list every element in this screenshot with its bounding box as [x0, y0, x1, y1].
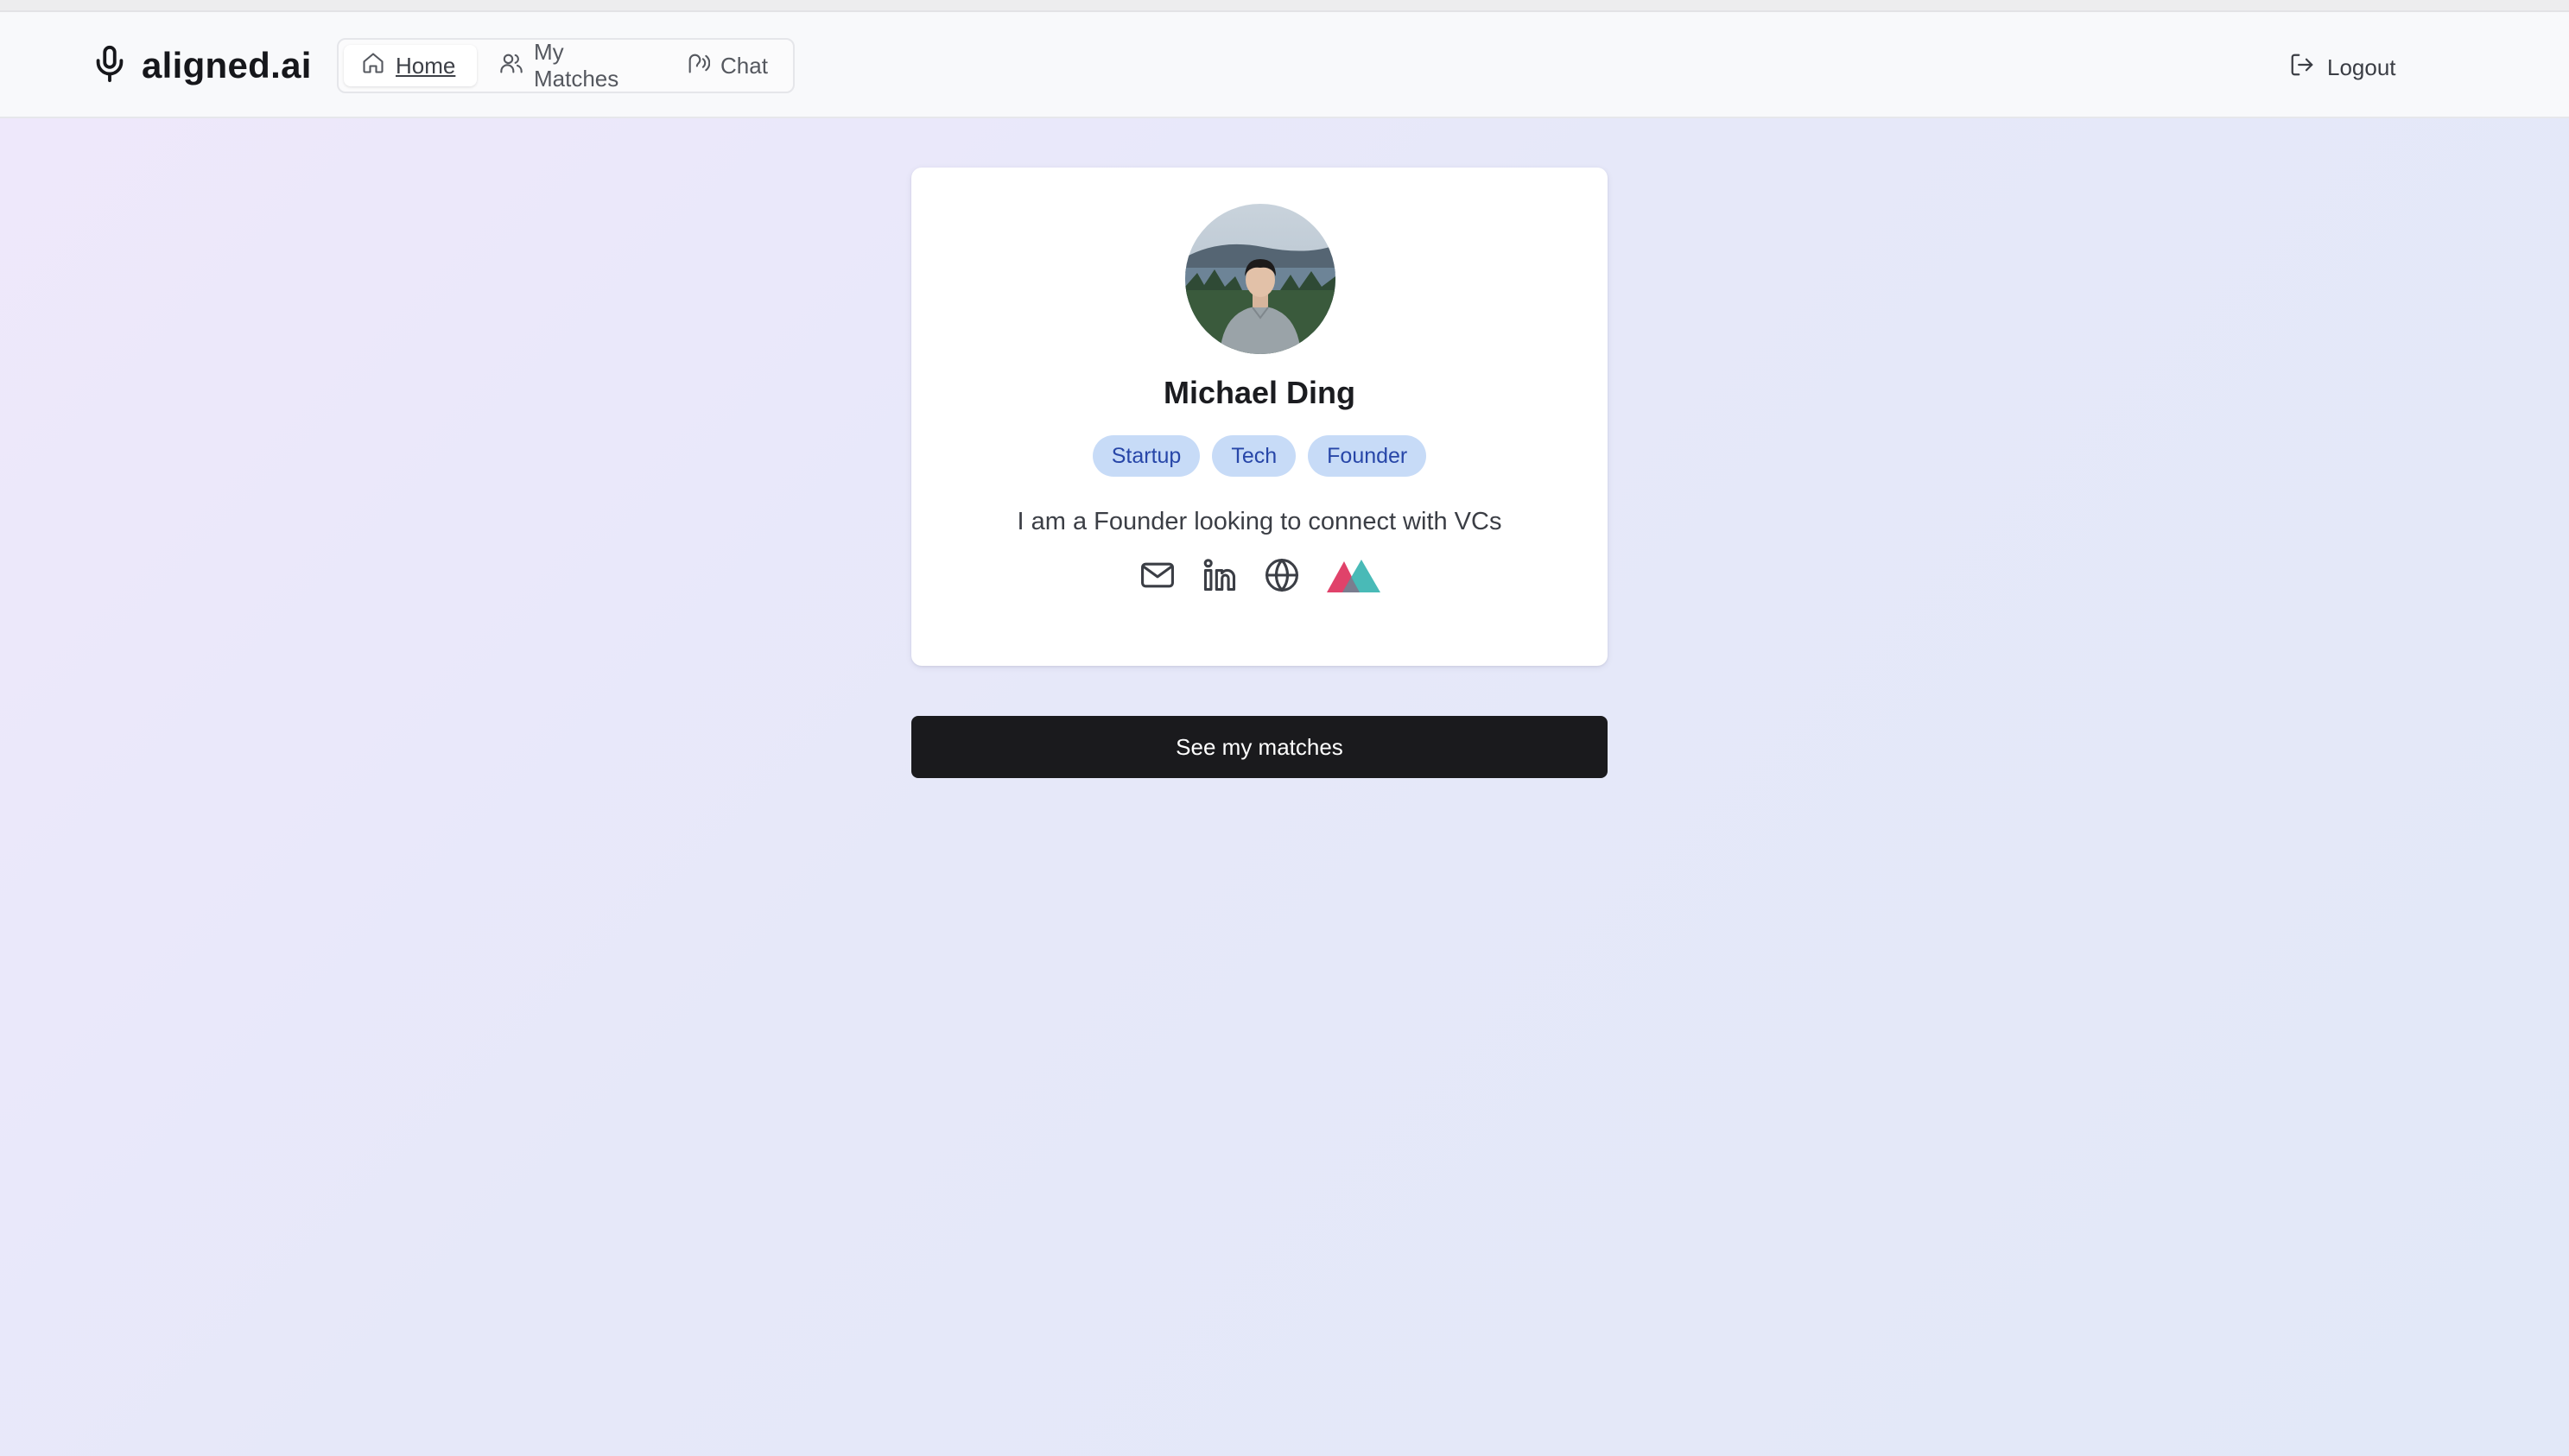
brand[interactable]: aligned.ai — [90, 40, 312, 92]
nav-home[interactable]: Home — [344, 45, 477, 86]
nav-home-label: Home — [396, 52, 456, 79]
microphone-icon — [90, 44, 130, 88]
globe-icon[interactable] — [1263, 556, 1301, 594]
brand-logo-icon[interactable] — [1325, 556, 1380, 594]
profile-name: Michael Ding — [1163, 375, 1356, 410]
top-navbar: aligned.ai Home My Matches Chat Logout — [0, 12, 2569, 118]
mail-icon[interactable] — [1139, 556, 1177, 594]
home-icon — [361, 51, 385, 81]
nav-chat-label: Chat — [720, 52, 768, 79]
main-nav: Home My Matches Chat — [337, 38, 795, 93]
tag-list: Startup Tech Founder — [911, 435, 1608, 477]
browser-top-strip — [0, 0, 2569, 12]
linkedin-icon[interactable] — [1201, 556, 1239, 594]
avatar — [1185, 204, 1335, 354]
social-links — [911, 556, 1608, 594]
brand-name: aligned.ai — [142, 45, 312, 85]
logout-button[interactable]: Logout — [2289, 50, 2396, 85]
tag-founder: Founder — [1308, 435, 1427, 477]
nav-chat[interactable]: Chat — [669, 45, 783, 86]
profile-bio: I am a Founder looking to connect with V… — [1017, 508, 1502, 535]
nav-my-matches-label: My Matches — [534, 39, 619, 92]
profile-card: Michael Ding Startup Tech Founder I am a… — [911, 168, 1608, 666]
speech-icon — [686, 51, 711, 81]
tag-tech: Tech — [1212, 435, 1297, 477]
logout-icon — [2289, 52, 2315, 84]
see-my-matches-button[interactable]: See my matches — [911, 716, 1608, 778]
nav-my-matches[interactable]: My Matches — [482, 39, 663, 92]
users-icon — [499, 51, 523, 81]
tag-startup: Startup — [1092, 435, 1201, 477]
logout-label: Logout — [2327, 54, 2396, 80]
